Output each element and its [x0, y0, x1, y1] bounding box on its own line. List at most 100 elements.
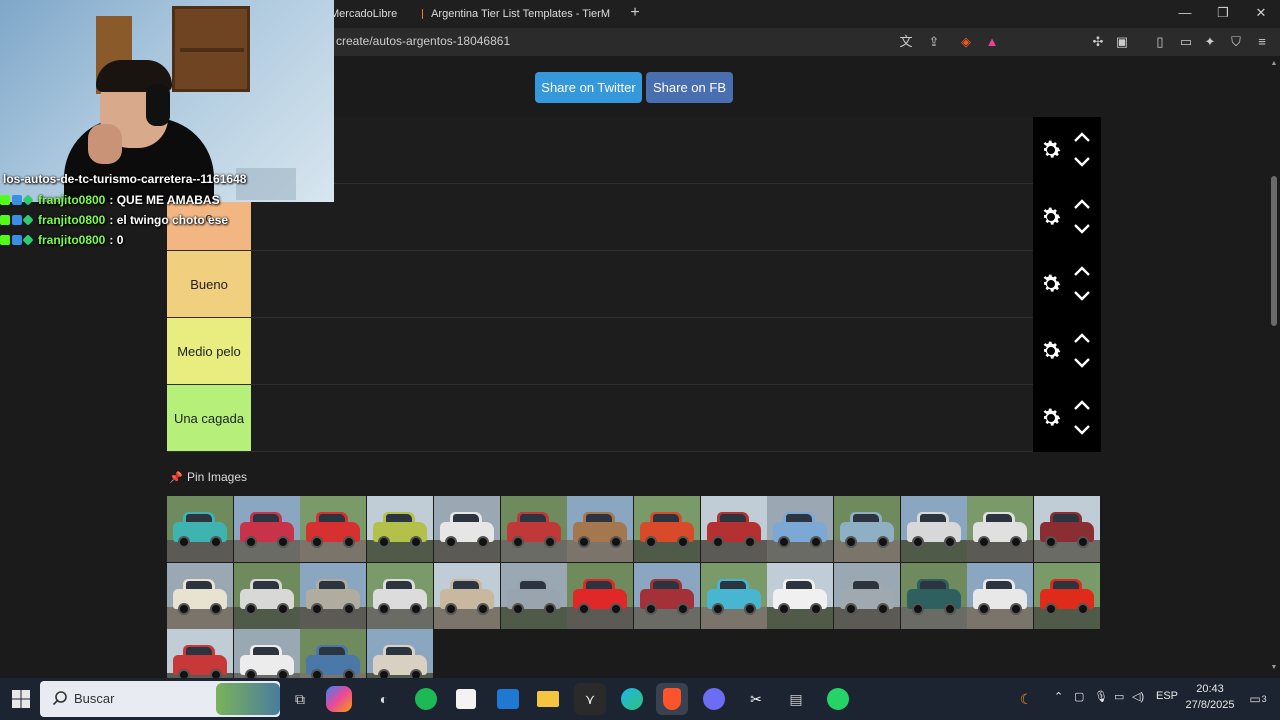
address-bar[interactable]: create/autos-argentos-18046861 文 ⇪ ◈ ▲ [320, 28, 1010, 54]
tray-usb-icon[interactable]: ▢ [1074, 690, 1084, 703]
chevron-up-icon[interactable] [1073, 198, 1091, 210]
windows-start-icon[interactable] [8, 686, 34, 712]
store-icon[interactable] [450, 683, 482, 715]
tab-mercadolibre[interactable]: MercadoLibre [330, 0, 410, 28]
sidebar-icon[interactable]: ▯ [1150, 32, 1170, 52]
file-explorer-icon[interactable] [532, 683, 564, 715]
share-twitter-button[interactable]: Share on Twitter [535, 72, 642, 103]
minimize-icon[interactable]: — [1166, 0, 1204, 28]
whatsapp-icon[interactable] [822, 683, 854, 715]
car-thumbnail[interactable] [300, 562, 367, 629]
car-thumbnail[interactable] [633, 496, 700, 562]
extensions-icon[interactable]: ✣ [1088, 32, 1108, 52]
tray-chevron-icon[interactable]: ⌃ [1054, 690, 1063, 703]
car-thumbnail[interactable] [700, 562, 767, 629]
tray-network-icon[interactable]: ▭ [1114, 690, 1124, 703]
car-thumbnail[interactable] [834, 496, 900, 562]
car-thumbnail[interactable] [1034, 496, 1101, 562]
brave-icon[interactable] [656, 683, 688, 715]
car-thumbnail[interactable] [900, 496, 967, 562]
tier-drop-zone[interactable] [252, 251, 1033, 317]
tab-tiermaker[interactable]: Argentina Tier List Templates - TierM [422, 0, 610, 28]
car-thumbnail[interactable] [967, 562, 1034, 629]
tier-label[interactable]: Medio pelo [167, 318, 251, 384]
car-thumbnail[interactable] [167, 562, 233, 629]
car-thumbnail[interactable] [300, 629, 367, 678]
notifications-icon[interactable]: ▭ 3 [1242, 683, 1274, 715]
tier-label[interactable]: Una cagada [167, 385, 251, 451]
car-thumbnail[interactable] [233, 562, 300, 629]
car-thumbnail[interactable] [367, 562, 434, 629]
chevron-up-icon[interactable] [1073, 131, 1091, 143]
tier-drop-zone[interactable] [252, 385, 1033, 451]
gear-icon[interactable] [1039, 406, 1063, 430]
car-thumbnail[interactable] [167, 496, 233, 562]
chrome-app-icon[interactable] [698, 683, 730, 715]
gear-icon[interactable] [1039, 138, 1063, 162]
gear-icon[interactable] [1039, 205, 1063, 229]
chevron-up-icon[interactable] [1073, 332, 1091, 344]
restore-icon[interactable]: ❐ [1204, 0, 1242, 28]
tier-drop-zone[interactable] [252, 117, 1033, 183]
car-thumbnail[interactable] [767, 562, 834, 629]
tier-drop-zone[interactable] [252, 318, 1033, 384]
car-thumbnail[interactable] [767, 496, 834, 562]
vpn-icon[interactable]: ⛉ [1226, 32, 1246, 52]
brave-shield-icon[interactable]: ◈ [956, 32, 976, 52]
page-scrollbar[interactable]: ▲ ▼ [1268, 56, 1280, 678]
car-thumbnail[interactable] [500, 562, 567, 629]
scroll-down-icon[interactable]: ▼ [1270, 664, 1278, 671]
new-tab-icon[interactable]: + [624, 2, 646, 24]
car-thumbnail[interactable] [367, 629, 434, 678]
language-indicator[interactable]: ESP [1156, 690, 1178, 702]
scroll-up-icon[interactable]: ▲ [1270, 60, 1278, 67]
outlook-icon[interactable] [492, 683, 524, 715]
scrollbar-thumb[interactable] [1271, 176, 1277, 326]
chevron-down-icon[interactable] [1073, 156, 1091, 168]
car-thumbnail[interactable] [433, 562, 500, 629]
car-thumbnail[interactable] [900, 562, 967, 629]
translate-icon[interactable]: 文 [896, 32, 916, 52]
car-thumbnail[interactable] [500, 496, 567, 562]
menu-icon[interactable]: ≡ [1252, 32, 1272, 52]
car-thumbnail[interactable] [367, 496, 434, 562]
car-thumbnail[interactable] [834, 562, 900, 629]
chevron-up-icon[interactable] [1073, 265, 1091, 277]
brave-rewards-icon[interactable]: ▲ [982, 32, 1002, 52]
wallet-icon[interactable]: ▭ [1176, 32, 1196, 52]
share-fb-button[interactable]: Share on FB [646, 72, 733, 103]
chevron-up-icon[interactable] [1073, 399, 1091, 411]
screenshot-icon[interactable]: ▣ [1112, 32, 1132, 52]
close-icon[interactable]: ✕ [1242, 0, 1280, 28]
chevron-down-icon[interactable] [1073, 290, 1091, 302]
car-thumbnail[interactable] [633, 562, 700, 629]
capcut-icon[interactable]: ⋎ [574, 683, 606, 715]
leo-ai-icon[interactable]: ✦ [1200, 32, 1220, 52]
edge-icon[interactable] [616, 683, 648, 715]
task-view-icon[interactable]: ⧉ [284, 683, 316, 715]
obs-icon[interactable]: ◐ [368, 683, 400, 715]
car-thumbnail[interactable] [967, 496, 1034, 562]
car-thumbnail[interactable] [433, 496, 500, 562]
car-thumbnail[interactable] [567, 496, 634, 562]
pin-images-toggle[interactable]: 📌 Pin Images [169, 470, 247, 484]
car-thumbnail[interactable] [233, 629, 300, 678]
clipboard-app-icon[interactable]: ▤ [780, 683, 812, 715]
taskbar-clock[interactable]: 20:43 27/8/2025 [1180, 681, 1240, 713]
car-thumbnail[interactable] [300, 496, 367, 562]
gear-icon[interactable] [1039, 339, 1063, 363]
car-thumbnail[interactable] [567, 562, 634, 629]
tier-drop-zone[interactable] [252, 184, 1033, 250]
chevron-down-icon[interactable] [1073, 223, 1091, 235]
tray-volume-icon[interactable]: ◁) [1132, 690, 1144, 703]
weather-icon[interactable]: ☾ [1010, 683, 1042, 715]
tier-label[interactable]: Bueno [167, 251, 251, 317]
tray-mic-icon[interactable]: 🎙 [1094, 690, 1108, 703]
car-thumbnail[interactable] [700, 496, 767, 562]
car-thumbnail[interactable] [167, 629, 233, 678]
chevron-down-icon[interactable] [1073, 424, 1091, 436]
copilot-icon[interactable] [326, 686, 352, 712]
chevron-down-icon[interactable] [1073, 357, 1091, 369]
car-thumbnail[interactable] [1034, 562, 1101, 629]
car-thumbnail[interactable] [233, 496, 300, 562]
